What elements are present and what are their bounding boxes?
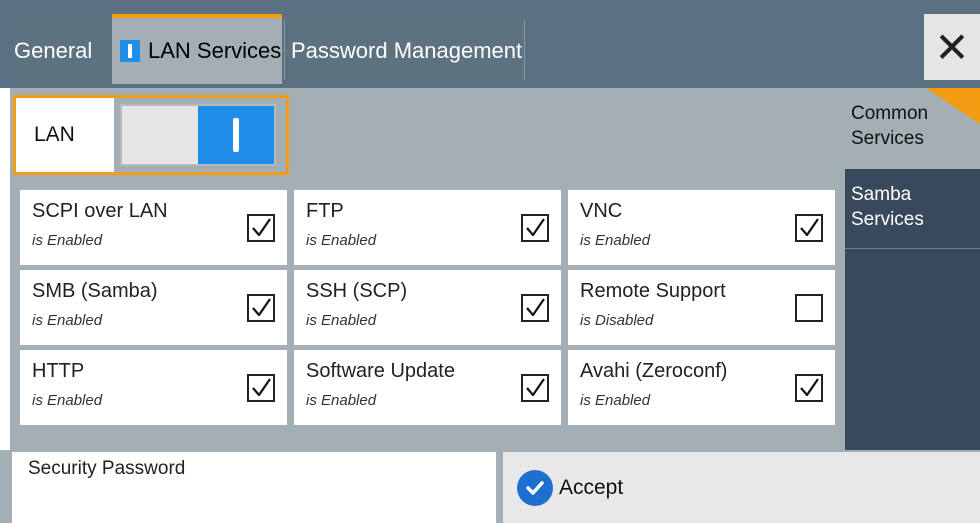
- service-name: Software Update: [306, 360, 455, 382]
- checkmark-icon: [800, 378, 819, 397]
- service-status: is Enabled: [306, 312, 377, 329]
- lan-toggle-group: LAN: [13, 95, 289, 175]
- checkmark-icon: [252, 218, 271, 237]
- service-name: SSH (SCP): [306, 280, 408, 302]
- service-status: is Enabled: [306, 392, 377, 409]
- lan-toggle[interactable]: [120, 104, 276, 166]
- service-item[interactable]: FTP is Enabled: [294, 190, 561, 265]
- checkmark-icon: [252, 378, 271, 397]
- service-name: Remote Support: [580, 280, 726, 302]
- service-status: is Disabled: [580, 312, 654, 329]
- side-item-samba-services[interactable]: Samba Services: [845, 169, 980, 249]
- services-panel: LAN SCPI over LAN is Enabled FTP is Enabled…: [10, 88, 845, 450]
- security-password-field[interactable]: Security Password: [12, 452, 496, 523]
- tab-general[interactable]: General: [10, 18, 108, 80]
- service-item[interactable]: SMB (Samba) is Enabled: [20, 270, 287, 345]
- service-name: SCPI over LAN: [32, 200, 168, 222]
- side-item-common-services-label: Common Services: [851, 103, 929, 149]
- checkmark-icon: [526, 298, 545, 317]
- service-item[interactable]: Avahi (Zeroconf) is Enabled: [568, 350, 835, 425]
- service-name: FTP: [306, 200, 344, 222]
- checkmark-icon: [526, 218, 545, 237]
- side-navigation: Common Services Samba Services: [845, 88, 980, 450]
- service-checkbox[interactable]: [247, 374, 275, 402]
- security-password-label: Security Password: [28, 458, 186, 479]
- tab-bar: General LAN Services Password Management…: [0, 0, 980, 88]
- tab-password-management[interactable]: Password Management: [284, 18, 525, 80]
- service-name: HTTP: [32, 360, 85, 382]
- service-item[interactable]: VNC is Enabled: [568, 190, 835, 265]
- checkmark-icon: [526, 378, 545, 397]
- service-name: VNC: [580, 200, 623, 222]
- service-name: Avahi (Zeroconf): [580, 360, 728, 382]
- toggle-on-icon: [120, 40, 140, 62]
- close-icon: ✕: [934, 23, 970, 71]
- service-checkbox[interactable]: [521, 294, 549, 322]
- service-status: is Enabled: [32, 232, 103, 249]
- service-name: SMB (Samba): [32, 280, 158, 302]
- toggle-knob: [198, 106, 274, 164]
- accept-label: Accept: [559, 475, 624, 499]
- side-item-common-services[interactable]: Common Services: [845, 88, 980, 169]
- tab-lan-services-label: LAN Services: [148, 38, 282, 63]
- service-checkbox[interactable]: [247, 294, 275, 322]
- service-item[interactable]: HTTP is Enabled: [20, 350, 287, 425]
- tab-general-label: General: [14, 37, 93, 63]
- checkmark-icon: [800, 218, 819, 237]
- service-status: is Enabled: [580, 392, 651, 409]
- service-checkbox[interactable]: [795, 374, 823, 402]
- service-status: is Enabled: [32, 392, 103, 409]
- service-checkbox[interactable]: [521, 214, 549, 242]
- checkmark-icon: [252, 298, 271, 317]
- service-item[interactable]: SCPI over LAN is Enabled: [20, 190, 287, 265]
- accept-button[interactable]: Accept: [503, 452, 980, 523]
- side-item-samba-services-label: Samba Services: [851, 184, 924, 230]
- service-item[interactable]: Remote Support is Disabled: [568, 270, 835, 345]
- selected-corner-marker: [926, 88, 980, 124]
- checkmark-circle-icon: [517, 469, 553, 506]
- service-item[interactable]: Software Update is Enabled: [294, 350, 561, 425]
- service-checkbox[interactable]: [521, 374, 549, 402]
- service-status: is Enabled: [32, 312, 103, 329]
- close-button[interactable]: ✕: [924, 14, 980, 80]
- service-checkbox[interactable]: [247, 214, 275, 242]
- service-checkbox[interactable]: [795, 294, 823, 322]
- lan-label: LAN: [16, 98, 114, 172]
- service-status: is Enabled: [580, 232, 651, 249]
- service-checkbox[interactable]: [795, 214, 823, 242]
- service-item[interactable]: SSH (SCP) is Enabled: [294, 270, 561, 345]
- tab-password-management-label: Password Management: [291, 37, 523, 63]
- tab-lan-services[interactable]: LAN Services: [112, 14, 282, 84]
- service-status: is Enabled: [306, 232, 377, 249]
